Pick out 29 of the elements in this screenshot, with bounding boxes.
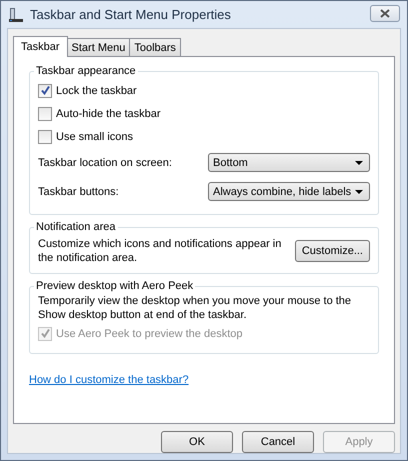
- group-title: Preview desktop with Aero Peek: [35, 280, 194, 292]
- caret-icon: [355, 190, 363, 194]
- taskbar-icon: [8, 6, 24, 22]
- checkbox-label: Lock the taskbar: [56, 84, 137, 96]
- help-link[interactable]: How do I customize the taskbar?: [29, 374, 189, 386]
- checkbox[interactable]: [38, 106, 52, 120]
- field-label: Taskbar buttons:: [38, 186, 119, 198]
- checkbox-label: Use small icons: [56, 130, 134, 142]
- description-text: Customize which icons and notifications appear in the notification area.: [38, 237, 282, 265]
- checkbox-label: Auto-hide the taskbar: [56, 108, 161, 120]
- caret-icon: [355, 160, 363, 164]
- dropdown[interactable]: Bottom: [208, 153, 370, 172]
- close-icon: [380, 9, 390, 18]
- field-label: Taskbar location on screen:: [38, 156, 172, 168]
- group-title: Notification area: [35, 221, 116, 233]
- checkbox[interactable]: [38, 84, 52, 98]
- customize-button[interactable]: Customize...: [294, 240, 370, 262]
- tab[interactable]: Start Menu: [66, 38, 130, 56]
- close-button[interactable]: [370, 5, 400, 22]
- window-title: Taskbar and Start Menu Properties: [30, 7, 232, 22]
- group-title: Taskbar appearance: [35, 65, 137, 77]
- dropdown[interactable]: Always combine, hide labels: [208, 182, 370, 201]
- description-text: Temporarily view the desktop when you move your mouse to the Show desktop button at end of the taskbar.: [38, 294, 352, 322]
- checkbox[interactable]: [38, 130, 52, 144]
- dialog-button[interactable]: OK: [161, 431, 233, 453]
- checkbox-label: Use Aero Peek to preview the desktop: [56, 328, 242, 340]
- dialog-button[interactable]: Cancel: [242, 431, 314, 453]
- tab[interactable]: Taskbar: [13, 36, 68, 57]
- tab[interactable]: Toolbars: [129, 38, 181, 56]
